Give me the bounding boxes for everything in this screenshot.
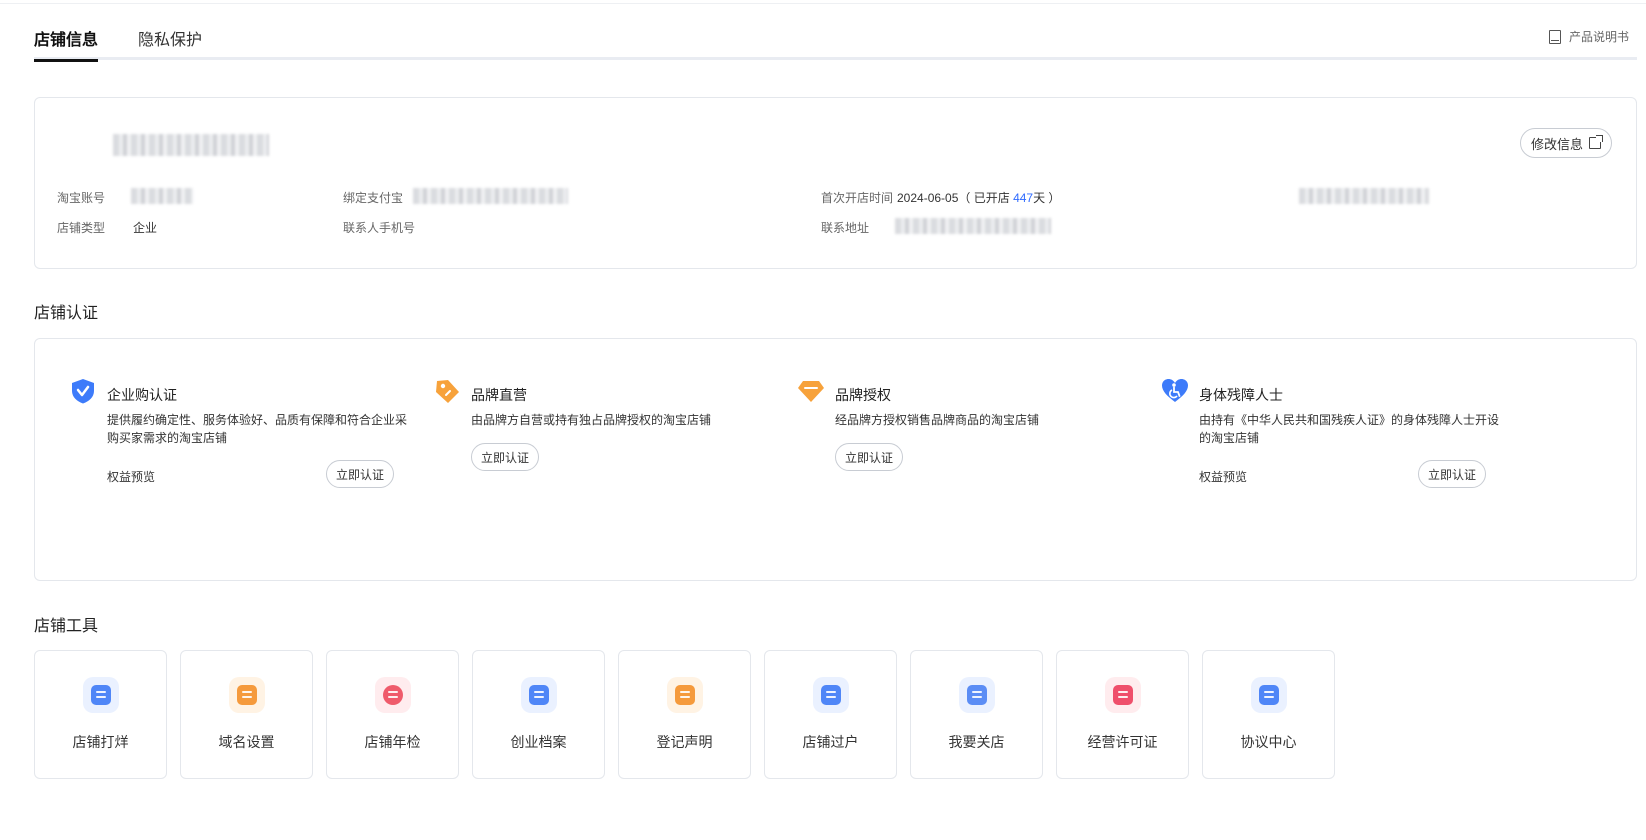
edit-info-label: 修改信息 xyxy=(1530,136,1583,152)
top-divider xyxy=(0,3,1646,4)
tool-shop-transfer[interactable]: 店铺过户 xyxy=(764,650,897,779)
archive-icon xyxy=(521,677,557,713)
tool-label: 店铺过户 xyxy=(802,734,859,750)
tool-annual-inspection[interactable]: 店铺年检 xyxy=(326,650,459,779)
open-time-value: 2024-06-05（ 已开店 447天 ） xyxy=(897,189,1060,206)
cert-title: 品牌授权 xyxy=(835,387,891,403)
shop-type-value: 企业 xyxy=(133,221,158,235)
agreement-icon xyxy=(1251,677,1287,713)
shop-name-redacted xyxy=(113,134,269,156)
shield-search-icon xyxy=(375,677,411,713)
tool-label: 我要关店 xyxy=(948,734,1005,750)
certification-section-title: 店铺认证 xyxy=(34,305,99,322)
tool-label: 经营许可证 xyxy=(1087,734,1158,750)
domain-icon xyxy=(229,677,265,713)
product-manual-label: 产品说明书 xyxy=(1568,30,1629,44)
tool-label: 店铺年检 xyxy=(364,734,421,750)
alipay-redacted xyxy=(413,188,568,204)
product-manual-link[interactable]: 产品说明书 xyxy=(1548,28,1629,45)
tool-business-license[interactable]: 经营许可证 xyxy=(1056,650,1189,779)
shop-type-label: 店铺类型 xyxy=(57,221,106,235)
certify-now-button[interactable]: 立即认证 xyxy=(1418,460,1487,488)
certify-now-button[interactable]: 立即认证 xyxy=(326,460,395,488)
certification-card: 企业购认证 提供履约确定性、服务体验好、品质有保障和符合企业采购买家需求的淘宝店… xyxy=(34,338,1637,581)
tool-agreement-center[interactable]: 协议中心 xyxy=(1202,650,1335,779)
certify-now-button[interactable]: 立即认证 xyxy=(471,443,540,471)
benefit-preview-link[interactable]: 权益预览 xyxy=(107,468,155,485)
open-time-label: 首次开店时间 xyxy=(821,191,894,205)
open-days-suffix: 天 ） xyxy=(1033,191,1061,205)
tool-label: 店铺打烊 xyxy=(72,734,129,750)
cert-title: 品牌直营 xyxy=(471,387,527,403)
statement-icon xyxy=(667,677,703,713)
tools-section-title: 店铺工具 xyxy=(34,618,99,635)
accessibility-heart-icon xyxy=(1162,379,1188,402)
cert-title: 身体残障人士 xyxy=(1199,387,1283,403)
tool-registration-statement[interactable]: 登记声明 xyxy=(618,650,751,779)
book-icon xyxy=(1548,29,1561,44)
address-label: 联系地址 xyxy=(821,221,870,235)
tool-label: 登记声明 xyxy=(656,734,713,750)
open-days-count: 447 xyxy=(1013,191,1034,205)
shop-close-icon xyxy=(83,677,119,713)
edit-info-button[interactable]: 修改信息 xyxy=(1519,128,1612,158)
tool-label: 协议中心 xyxy=(1240,734,1297,750)
cert-desc: 提供履约确定性、服务体验好、品质有保障和符合企业采购买家需求的淘宝店铺 xyxy=(107,413,408,445)
cert-desc: 由品牌方自营或持有独占品牌授权的淘宝店铺 xyxy=(471,413,712,427)
diamond-icon xyxy=(798,381,824,402)
transfer-icon xyxy=(813,677,849,713)
cert-desc: 经品牌方授权销售品牌商品的淘宝店铺 xyxy=(835,413,1040,427)
tool-close-shop[interactable]: 我要关店 xyxy=(910,650,1043,779)
benefit-preview-link[interactable]: 权益预览 xyxy=(1199,468,1247,485)
tool-startup-archive[interactable]: 创业档案 xyxy=(472,650,605,779)
tool-domain-settings[interactable]: 域名设置 xyxy=(180,650,313,779)
open-date: 2024-06-05 xyxy=(897,191,959,205)
tool-shop-close[interactable]: 店铺打烊 xyxy=(34,650,167,779)
taobao-account-label: 淘宝账号 xyxy=(57,191,106,205)
tab-bar: 店铺信息 隐私保护 产品说明书 xyxy=(34,22,1637,62)
phone-label: 联系人手机号 xyxy=(343,221,416,235)
shop-info-card: 修改信息 淘宝账号 绑定支付宝 首次开店时间 2024-06-05（ 已开店 4… xyxy=(34,97,1637,269)
open-days-prefix: （ 已开店 xyxy=(958,191,1014,205)
tool-label: 创业档案 xyxy=(510,734,567,750)
cert-title: 企业购认证 xyxy=(107,387,177,403)
shield-check-icon xyxy=(72,379,94,404)
license-icon xyxy=(1105,677,1141,713)
extra-info-redacted xyxy=(1299,188,1429,204)
alipay-label: 绑定支付宝 xyxy=(343,191,404,205)
cert-desc: 由持有《中华人民共和国残疾人证》的身体残障人士开设的淘宝店铺 xyxy=(1199,413,1500,445)
taobao-account-redacted xyxy=(131,188,193,204)
tool-label: 域名设置 xyxy=(218,734,275,750)
external-link-icon xyxy=(1589,135,1603,149)
tag-icon xyxy=(436,380,459,403)
tab-shop-info[interactable]: 店铺信息 xyxy=(34,26,99,62)
address-redacted xyxy=(895,218,1051,234)
close-shop-icon xyxy=(959,677,995,713)
tab-privacy[interactable]: 隐私保护 xyxy=(138,26,202,59)
certify-now-button[interactable]: 立即认证 xyxy=(835,443,904,471)
